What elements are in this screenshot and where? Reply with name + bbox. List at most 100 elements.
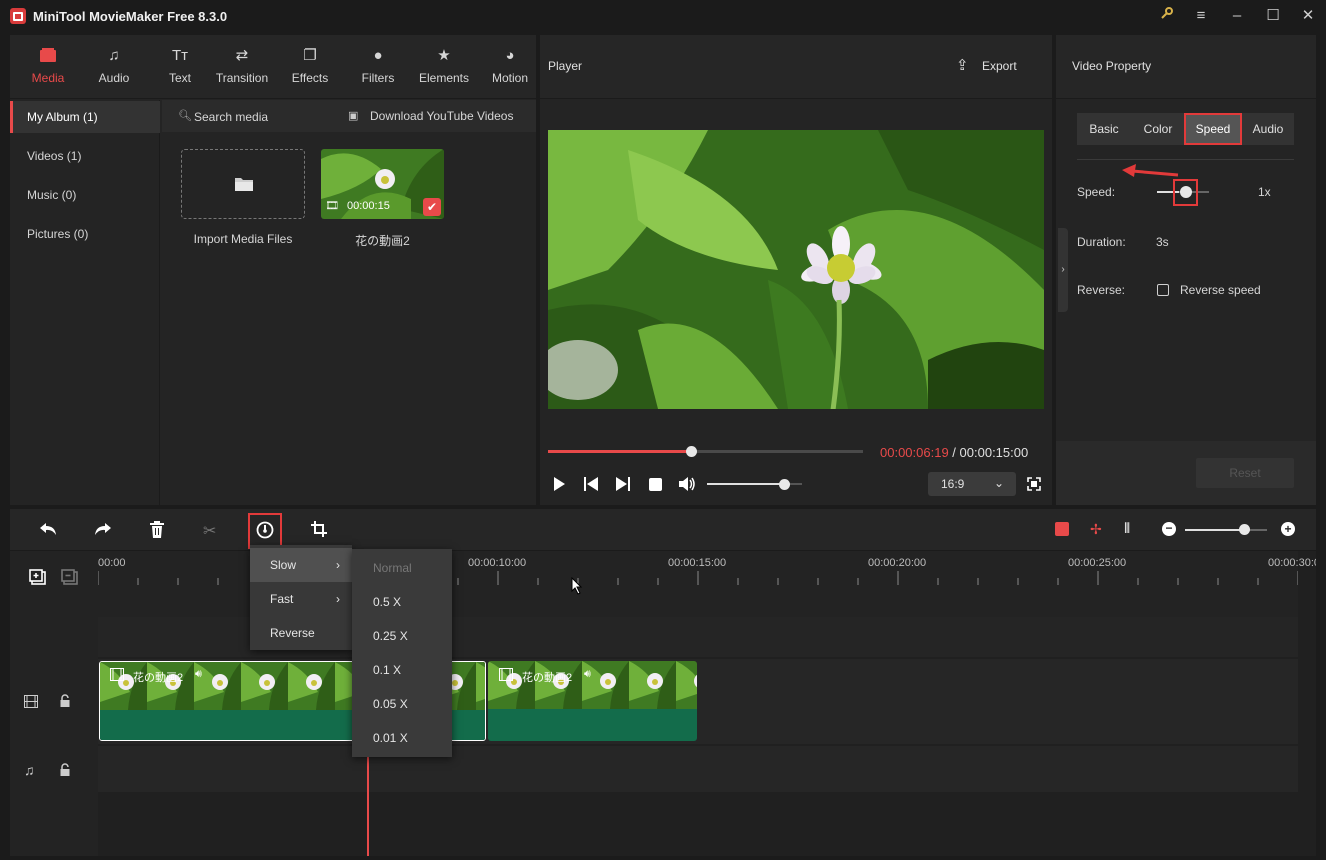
media-thumbnail[interactable]: 🎞︎ 00:00:15 ✔ <box>321 149 444 219</box>
speed-gauge-icon[interactable] <box>256 521 274 542</box>
add-track-icon[interactable] <box>29 569 47 588</box>
previous-frame-icon[interactable] <box>584 477 598 494</box>
album-item-music[interactable]: Music (0) <box>10 179 160 211</box>
speed-label: Speed: <box>1077 185 1116 199</box>
speed-slider-handle[interactable] <box>1180 186 1192 198</box>
snap-icon[interactable]: ✢ <box>1090 521 1102 538</box>
search-media-button[interactable]: Search media <box>194 110 268 124</box>
submenu-item-0-01x[interactable]: 0.01 X <box>352 721 452 755</box>
reverse-speed-label: Reverse speed <box>1180 283 1261 297</box>
menu-icon[interactable]: ≡ <box>1191 6 1211 26</box>
zoom-fit-icon[interactable]: ⦀ <box>1124 520 1130 537</box>
delete-icon[interactable] <box>149 521 165 541</box>
album-sidebar: My Album (1) Videos (1) Music (0) Pictur… <box>10 100 160 505</box>
tab-audio[interactable]: ♫ Audio <box>84 35 144 99</box>
volume-icon: 🔊︎ <box>195 668 202 680</box>
close-icon[interactable]: ✕ <box>1298 6 1318 26</box>
download-youtube-button[interactable]: Download YouTube Videos <box>370 109 513 123</box>
clip-label: 花の動画2 <box>133 672 184 684</box>
play-icon[interactable] <box>553 477 565 494</box>
submenu-item-0-25x[interactable]: 0.25 X <box>352 619 452 653</box>
duration-label: Duration: <box>1077 235 1126 249</box>
clip-label: 花の動画2 <box>522 672 573 684</box>
chevron-right-icon: › <box>336 558 340 572</box>
album-item-pictures[interactable]: Pictures (0) <box>10 218 160 250</box>
media-icon <box>18 47 78 65</box>
aspect-ratio-select[interactable]: 16:9 ⌄ <box>928 472 1016 496</box>
tab-audio-property[interactable]: Audio <box>1242 113 1294 145</box>
duration-value: 3s <box>1156 235 1169 249</box>
zoom-out-icon[interactable]: − <box>1162 522 1176 536</box>
submenu-item-normal: Normal <box>373 561 412 575</box>
menu-item-fast[interactable]: Fast › <box>250 582 352 616</box>
search-icon[interactable]: 🔍︎ <box>178 109 192 122</box>
album-item-my-album[interactable]: My Album (1) <box>10 101 160 133</box>
check-icon[interactable]: ✔ <box>423 198 441 216</box>
transition-arrows-icon: ⇄ <box>235 47 249 64</box>
timeline-clip[interactable] <box>488 661 697 741</box>
stop-icon[interactable] <box>649 478 662 491</box>
effects-icon: ❐ <box>303 47 317 64</box>
app-logo-icon <box>10 8 26 24</box>
tab-text[interactable]: Tт Text <box>150 35 210 99</box>
property-header: Video Property <box>1056 35 1316 99</box>
total-time: 00:00:15:00 <box>959 445 1029 460</box>
ruler-label: 00:00:30:00 <box>1268 557 1316 569</box>
video-track-icon <box>24 695 38 711</box>
speed-value: 1x <box>1258 185 1271 199</box>
volume-slider-fill <box>707 483 785 485</box>
volume-icon[interactable] <box>678 476 696 495</box>
playhead[interactable] <box>367 740 369 856</box>
submenu-item-0-1x[interactable]: 0.1 X <box>352 653 452 687</box>
music-note-icon: ♫ <box>108 47 120 64</box>
tab-elements[interactable]: ★ Elements <box>413 35 475 99</box>
lock-icon[interactable] <box>60 694 70 710</box>
lock-icon[interactable] <box>60 763 70 779</box>
player-progress-track[interactable] <box>548 450 863 453</box>
youtube-icon: ▣ <box>348 110 359 122</box>
tab-motion[interactable]: ◕ Motion <box>480 35 540 99</box>
mouse-cursor-icon <box>571 577 583 595</box>
tab-basic[interactable]: Basic <box>1077 113 1131 145</box>
export-button[interactable]: Export <box>982 59 1017 73</box>
aspect-ratio-value: 16:9 <box>941 477 965 491</box>
tab-color[interactable]: Color <box>1131 113 1185 145</box>
export-icon: ⇪ <box>956 57 969 74</box>
collapse-panel-chevron-icon[interactable]: › <box>1058 228 1068 312</box>
undo-icon[interactable] <box>38 521 58 540</box>
zoom-in-icon[interactable]: + <box>1281 522 1295 536</box>
crop-icon[interactable] <box>311 521 327 540</box>
tab-effects[interactable]: ❐ Effects <box>280 35 340 99</box>
menu-item-slow[interactable]: Slow › <box>250 548 352 582</box>
remove-track-icon[interactable] <box>61 569 79 588</box>
menu-item-reverse[interactable]: Reverse <box>250 616 352 650</box>
annotation-arrow-icon <box>1122 164 1179 177</box>
album-item-videos[interactable]: Videos (1) <box>10 140 160 172</box>
import-media-button[interactable] <box>181 149 305 219</box>
player-progress-fill <box>548 450 692 453</box>
split-scissors-icon[interactable]: ✂ <box>203 521 216 541</box>
film-icon <box>110 668 124 684</box>
chevron-down-icon: ⌄ <box>994 476 1005 490</box>
submenu-item-0-5x[interactable]: 0.5 X <box>352 585 452 619</box>
tab-transition[interactable]: ⇄ Transition <box>212 35 272 99</box>
motion-icon: ◕ <box>505 47 515 64</box>
slow-speed-submenu: Normal 0.5 X 0.25 X 0.1 X 0.05 X 0.01 X <box>352 549 452 757</box>
toolbar-tabs: Media ♫ Audio Tт Text ⇄ Transition ❐ Eff… <box>10 35 536 99</box>
reset-button[interactable]: Reset <box>1196 458 1294 488</box>
submenu-item-0-05x[interactable]: 0.05 X <box>352 687 452 721</box>
tab-media[interactable]: Media <box>18 35 78 99</box>
key-icon[interactable] <box>1157 6 1177 26</box>
redo-icon[interactable] <box>93 521 113 540</box>
maximize-icon[interactable]: ☐ <box>1263 6 1283 26</box>
tab-speed[interactable]: Speed <box>1184 113 1242 145</box>
zoom-slider-track[interactable] <box>1185 529 1267 531</box>
reverse-speed-checkbox[interactable] <box>1157 284 1169 296</box>
zoom-slider-handle[interactable] <box>1238 524 1250 535</box>
video-preview <box>548 130 1044 409</box>
fit-timeline-icon[interactable] <box>1055 522 1069 536</box>
tab-filters[interactable]: ● Filters <box>348 35 408 99</box>
minimize-icon[interactable]: – <box>1227 6 1247 26</box>
next-frame-icon[interactable] <box>616 477 630 494</box>
fullscreen-icon[interactable] <box>1027 477 1041 494</box>
